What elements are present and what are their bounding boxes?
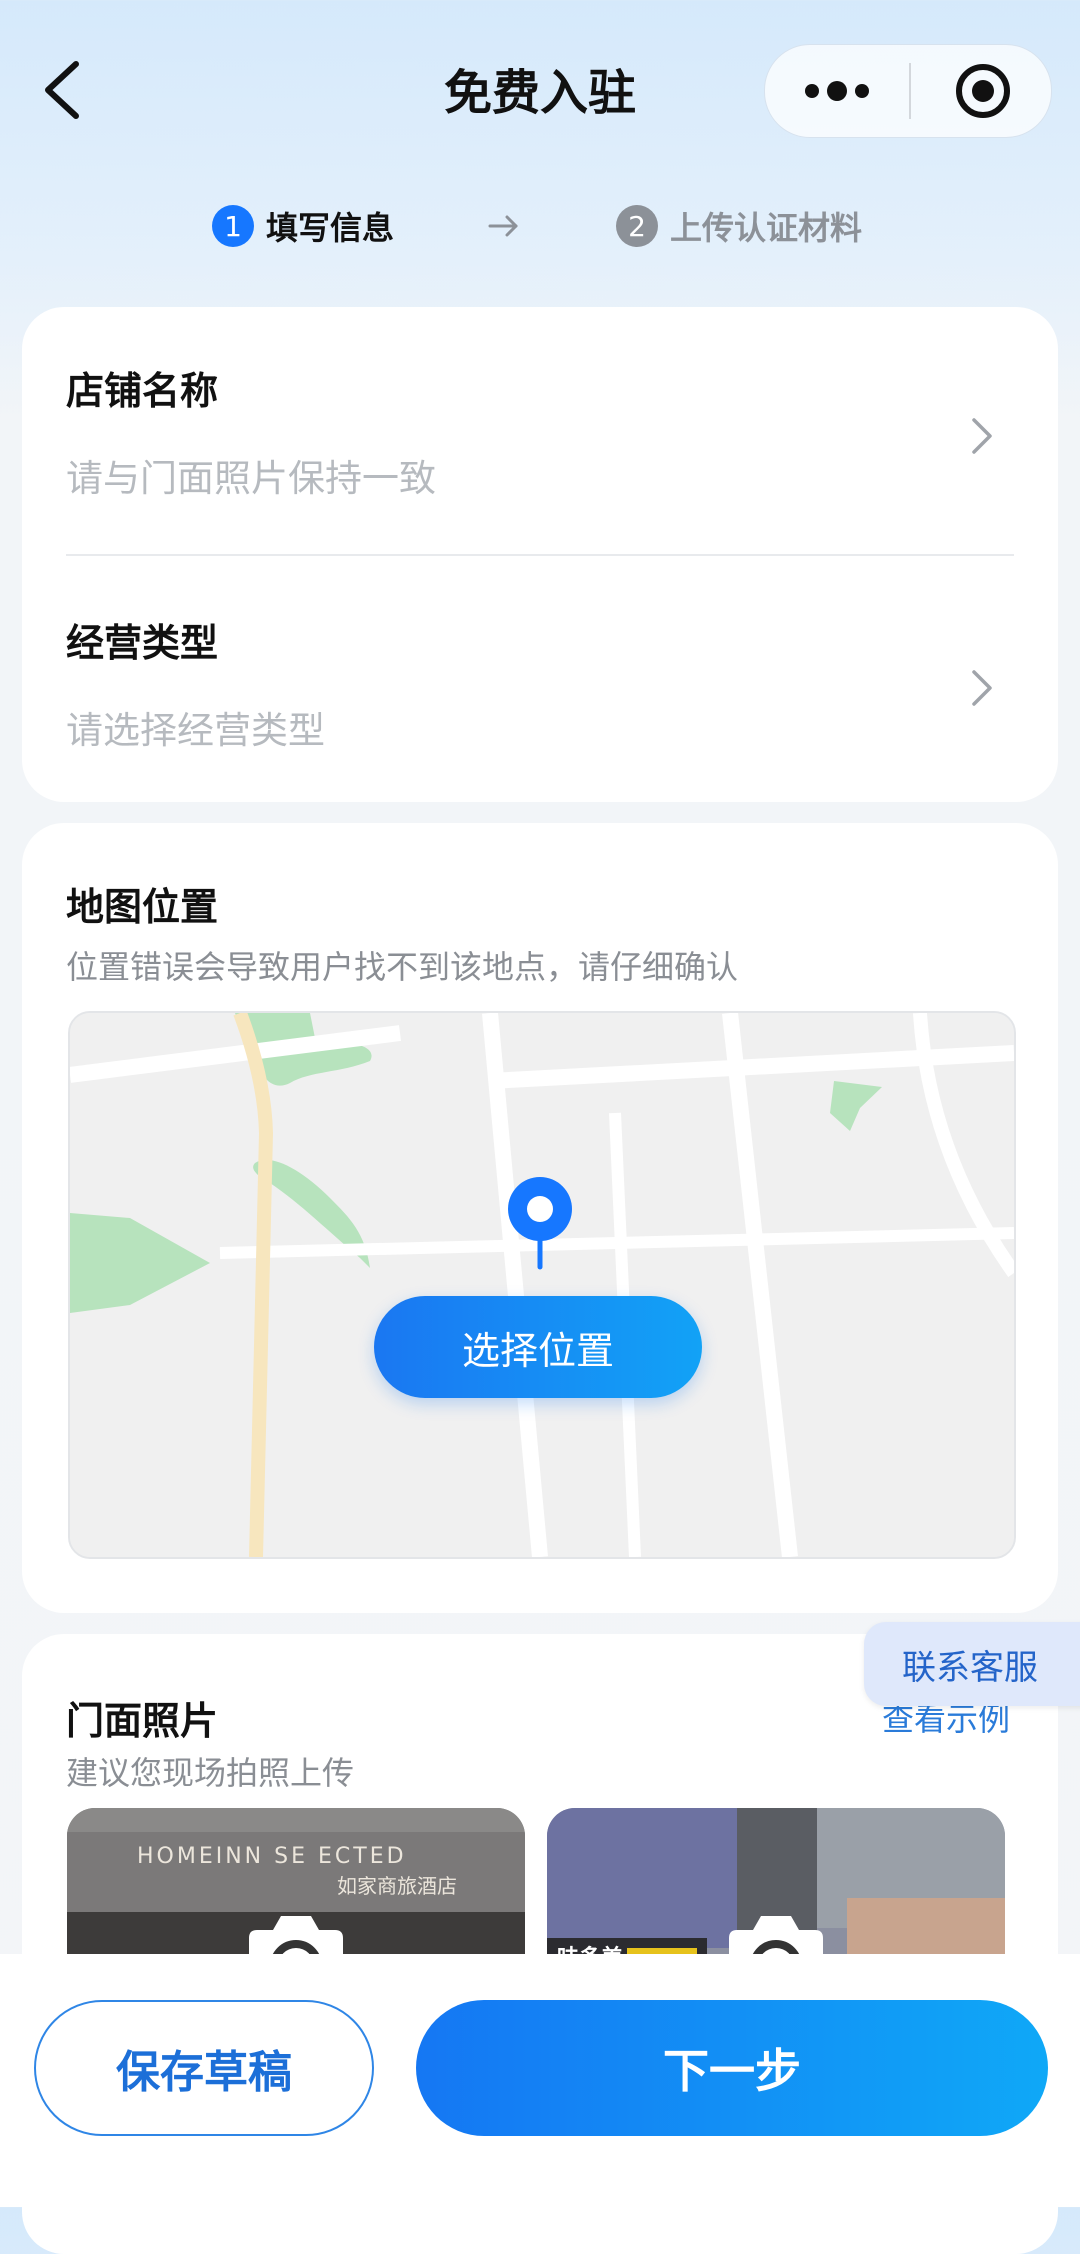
storefront-photo-label: 门面照片 xyxy=(66,1699,219,1743)
step-upload-materials: 2 上传认证材料 xyxy=(616,202,862,250)
arrow-right-icon xyxy=(488,215,518,237)
map-graphic xyxy=(70,1013,1014,1557)
step-label: 上传认证材料 xyxy=(670,209,863,247)
store-name-label: 店铺名称 xyxy=(66,369,219,413)
chevron-right-icon xyxy=(972,418,992,454)
contact-service-button[interactable]: 联系客服 xyxy=(864,1622,1080,1706)
chevron-right-icon xyxy=(972,670,992,706)
more-dots-icon xyxy=(805,81,869,101)
storefront-sign-text: HOMEINN SE ECTED xyxy=(137,1844,407,1869)
step-label: 填写信息 xyxy=(266,209,395,247)
storefront-photo-hint: 建议您现场拍照上传 xyxy=(66,1754,355,1792)
store-name-placeholder: 请与门面照片保持一致 xyxy=(66,457,436,500)
storefront-sign-cn: 如家商旅酒店 xyxy=(337,1874,457,1898)
business-type-label: 经营类型 xyxy=(66,621,219,665)
more-button[interactable] xyxy=(765,45,909,137)
store-name-field[interactable] xyxy=(22,307,1058,554)
business-type-field[interactable] xyxy=(22,556,1058,802)
next-step-button[interactable]: 下一步 xyxy=(416,2000,1048,2136)
mini-program-capsule xyxy=(764,44,1052,138)
step-number: 1 xyxy=(212,205,254,247)
select-location-button[interactable]: 选择位置 xyxy=(374,1296,702,1398)
save-draft-button[interactable]: 保存草稿 xyxy=(34,2000,374,2136)
business-type-placeholder: 请选择经营类型 xyxy=(66,709,325,752)
target-circle-icon xyxy=(956,64,1010,118)
step-fill-info: 1 填写信息 xyxy=(212,202,394,250)
map-preview[interactable] xyxy=(68,1011,1016,1559)
close-mini-program-button[interactable] xyxy=(911,45,1051,137)
map-location-label: 地图位置 xyxy=(66,885,219,929)
map-location-hint: 位置错误会导致用户找不到该地点，请仔细确认 xyxy=(66,948,739,986)
step-number: 2 xyxy=(616,205,658,247)
